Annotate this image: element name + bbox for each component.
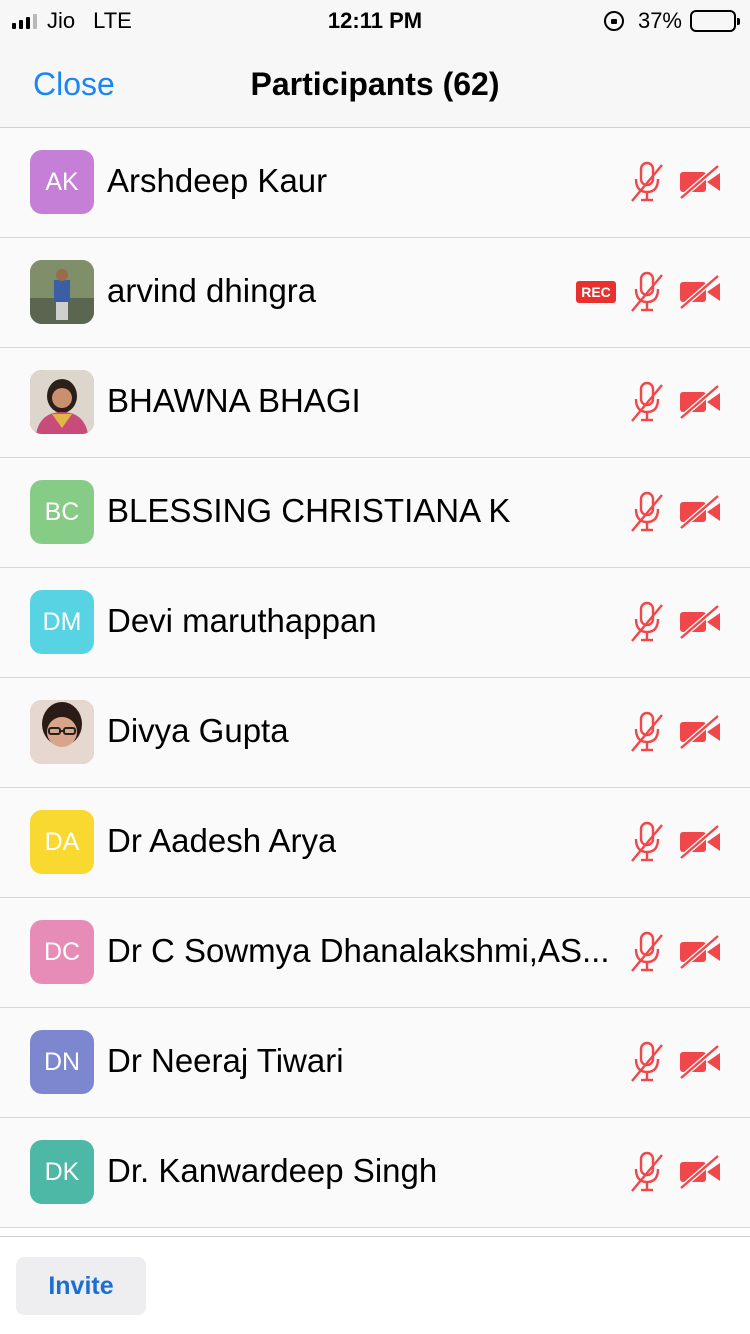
participant-row[interactable]: AK Arshdeep Kaur: [0, 128, 750, 238]
participant-list[interactable]: AK Arshdeep Kaur arvind dhingra REC BHAWNA B…: [0, 128, 750, 1228]
video-off-icon: [678, 714, 722, 750]
participant-name: Divya Gupta: [107, 712, 289, 749]
participant-row[interactable]: BHAWNA BHAGI: [0, 348, 750, 458]
mic-muted-icon: [628, 380, 666, 424]
avatar-photo: [30, 370, 94, 434]
participant-name: Devi maruthappan: [107, 602, 377, 639]
mic-muted-icon: [628, 710, 666, 754]
nav-bar: Close Participants (62): [0, 40, 750, 128]
participant-name: Dr. Kanwardeep Singh: [107, 1152, 438, 1189]
footer-bar: Invite: [0, 1236, 750, 1334]
mic-muted-icon: [628, 160, 666, 204]
battery-percent: 37%: [637, 8, 682, 33]
mic-muted-icon: [628, 270, 666, 314]
participant-row[interactable]: DM Devi maruthappan: [0, 568, 750, 678]
rotation-lock-icon: [603, 11, 624, 31]
avatar-initials: DN: [30, 1030, 94, 1094]
video-off-icon: [678, 164, 722, 200]
avatar-initials: DM: [30, 590, 94, 654]
participant-name: BHAWNA BHAGI: [107, 382, 361, 419]
participant-name: BLESSING CHRISTIANA K: [107, 492, 511, 529]
participant-row[interactable]: BC BLESSING CHRISTIANA K: [0, 458, 750, 568]
video-off-icon: [678, 494, 722, 530]
video-off-icon: [678, 1044, 722, 1080]
participant-row[interactable]: Divya Gupta: [0, 678, 750, 788]
mic-muted-icon: [628, 1040, 666, 1084]
battery-icon: [690, 10, 740, 32]
mic-muted-icon: [628, 1150, 666, 1194]
video-off-icon: [678, 934, 722, 970]
participant-name: arvind dhingra: [107, 272, 317, 309]
participant-row[interactable]: DN Dr Neeraj Tiwari: [0, 1008, 750, 1118]
recording-badge: REC: [576, 281, 616, 303]
mic-muted-icon: [628, 600, 666, 644]
video-off-icon: [678, 1154, 722, 1190]
participant-name: Dr Neeraj Tiwari: [107, 1042, 344, 1079]
participant-row[interactable]: DA Dr Aadesh Arya: [0, 788, 750, 898]
status-bar: Jio LTE 12:11 PM 37%: [0, 0, 750, 40]
mic-muted-icon: [628, 930, 666, 974]
video-off-icon: [678, 384, 722, 420]
video-off-icon: [678, 824, 722, 860]
avatar-initials: DC: [30, 920, 94, 984]
avatar-initials: BC: [30, 480, 94, 544]
status-right: 37%: [603, 8, 740, 34]
avatar-photo: [30, 260, 94, 324]
avatar-initials: AK: [30, 150, 94, 214]
participant-row[interactable]: DC Dr C Sowmya Dhanalakshmi,AS...: [0, 898, 750, 1008]
avatar-initials: DK: [30, 1140, 94, 1204]
participant-name: Dr Aadesh Arya: [107, 822, 337, 859]
mic-muted-icon: [628, 490, 666, 534]
video-off-icon: [678, 604, 722, 640]
avatar-photo: [30, 700, 94, 764]
participant-name: Dr C Sowmya Dhanalakshmi,AS...: [107, 932, 610, 969]
participant-name: Arshdeep Kaur: [107, 162, 328, 199]
mic-muted-icon: [628, 820, 666, 864]
close-button[interactable]: Close: [33, 66, 115, 103]
avatar-initials: DA: [30, 810, 94, 874]
video-off-icon: [678, 274, 722, 310]
participant-row[interactable]: arvind dhingra REC: [0, 238, 750, 348]
invite-button[interactable]: Invite: [16, 1257, 146, 1315]
participant-row[interactable]: DK Dr. Kanwardeep Singh: [0, 1118, 750, 1228]
